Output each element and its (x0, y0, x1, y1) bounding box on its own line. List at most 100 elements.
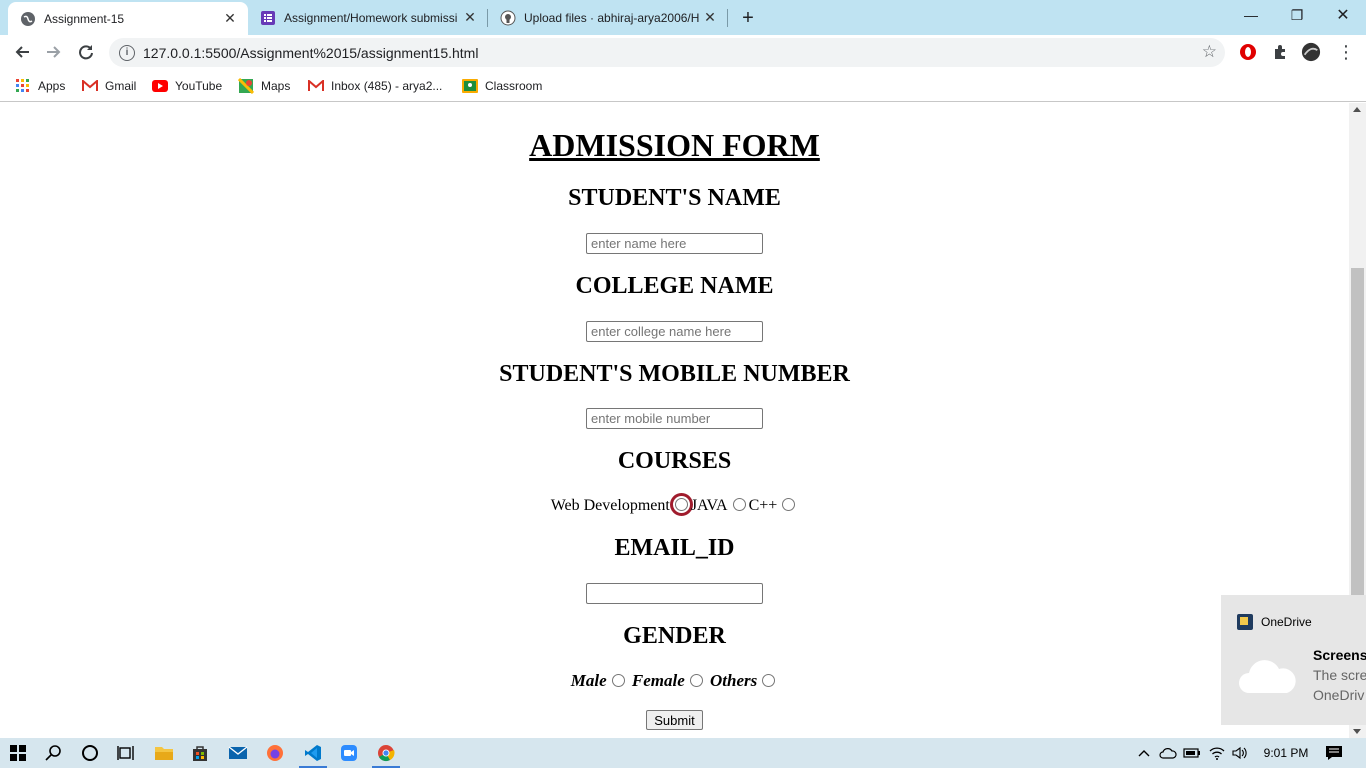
bookmark-inbox[interactable]: Inbox (485) - arya2... (308, 76, 442, 96)
scroll-down-arrow-icon[interactable] (1353, 729, 1361, 734)
student-name-heading: STUDENT'S NAME (568, 185, 781, 211)
gender-label-male: Male (570, 671, 607, 690)
close-tab-icon[interactable]: ✕ (700, 8, 720, 28)
courses-radio-group: Web Development JAVA C++ (0, 493, 1349, 516)
action-center-button[interactable] (1320, 738, 1348, 768)
task-view-icon (117, 746, 134, 760)
course-radio-web-development[interactable] (669, 493, 693, 516)
volume-icon[interactable] (1229, 738, 1251, 768)
close-window-button[interactable]: ✕ (1320, 0, 1366, 30)
firefox-button[interactable] (257, 738, 293, 768)
cloud-icon (1239, 660, 1296, 693)
chrome-button[interactable] (368, 738, 404, 768)
reload-button[interactable] (72, 38, 100, 66)
scroll-up-arrow-icon[interactable] (1353, 107, 1361, 112)
bookmark-gmail[interactable]: Gmail (82, 76, 136, 96)
submit-button[interactable]: Submit (646, 710, 703, 730)
tab-strip: Assignment-15 ✕ Assignment/Homework subm… (0, 0, 1366, 35)
minimize-button[interactable]: — (1228, 0, 1274, 30)
onedrive-tray-icon[interactable] (1157, 738, 1179, 768)
notification-heading: Screens (1313, 647, 1366, 663)
bookmark-label: YouTube (175, 79, 223, 93)
gmail-icon (308, 78, 324, 94)
forms-icon (260, 10, 276, 26)
college-name-heading: COLLEGE NAME (575, 273, 774, 299)
bookmark-label: Inbox (485) - arya2... (331, 79, 443, 93)
email-heading: EMAIL_ID (614, 535, 735, 561)
onedrive-notification[interactable]: OneDrive Screens The scre OneDriv (1221, 595, 1366, 725)
search-button[interactable] (36, 738, 72, 768)
store-bag-icon (193, 746, 207, 761)
cortana-circle-icon (82, 745, 98, 761)
new-tab-button[interactable]: + (736, 6, 760, 30)
bookmark-star-icon[interactable]: ☆ (1202, 42, 1217, 62)
mail-button[interactable] (220, 738, 256, 768)
close-tab-icon[interactable]: ✕ (220, 9, 240, 29)
gender-label-female: Female (631, 671, 685, 690)
bookmark-maps[interactable]: Maps (238, 76, 290, 96)
windows-logo-icon (10, 745, 26, 761)
zoom-button[interactable] (331, 738, 367, 768)
form-title: ADMISSION FORM (529, 127, 820, 163)
bookmark-label: Maps (261, 79, 291, 93)
gender-radio-others[interactable] (762, 674, 776, 687)
course-label-web-development: Web Development (550, 497, 670, 514)
forward-arrow-icon (47, 46, 61, 58)
site-info-icon[interactable]: i (119, 44, 135, 61)
search-icon (45, 745, 61, 761)
forward-button[interactable] (40, 38, 68, 66)
tab-assignment-15[interactable]: Assignment-15 ✕ (8, 2, 248, 35)
start-button[interactable] (0, 738, 36, 768)
show-hidden-icons-chevron-icon[interactable] (1134, 738, 1154, 768)
back-button[interactable] (8, 38, 36, 66)
gender-radio-male[interactable] (611, 674, 625, 687)
restore-button[interactable]: ❐ (1274, 0, 1320, 30)
course-radio-cpp[interactable] (782, 498, 796, 511)
youtube-icon (152, 78, 168, 94)
battery-icon[interactable] (1181, 738, 1203, 768)
mobile-number-input[interactable]: enter mobile number (586, 408, 763, 429)
github-icon (500, 10, 516, 26)
file-explorer-button[interactable] (146, 738, 182, 768)
tab-title: Assignment/Homework submissi (284, 10, 458, 25)
bookmark-apps[interactable]: Apps (15, 76, 65, 96)
notification-app-name: OneDrive (1261, 615, 1312, 629)
clock-time[interactable]: 9:01 PM (1254, 738, 1318, 768)
classroom-icon (462, 78, 478, 94)
task-view-button[interactable] (108, 738, 144, 768)
mobile-number-placeholder: enter mobile number (591, 411, 711, 426)
mobile-number-heading: STUDENT'S MOBILE NUMBER (499, 361, 850, 387)
gender-radio-female[interactable] (689, 674, 703, 687)
extensions-puzzle-icon[interactable] (1270, 42, 1290, 62)
gender-label-others: Others (710, 671, 758, 690)
opera-extension-icon[interactable] (1238, 42, 1258, 62)
vscode-button[interactable] (295, 738, 331, 768)
bookmark-label: Classroom (485, 79, 543, 93)
student-name-input[interactable]: enter name here (586, 233, 763, 254)
close-tab-icon[interactable]: ✕ (460, 8, 480, 28)
address-bar[interactable]: i 127.0.0.1:5500/Assignment%2015/assignm… (109, 38, 1225, 67)
course-radio-java[interactable] (732, 498, 746, 511)
onedrive-app-icon (1237, 614, 1253, 630)
bookmark-classroom[interactable]: Classroom (462, 76, 542, 96)
email-input[interactable] (586, 583, 763, 604)
notification-body-line1: The scre (1313, 667, 1366, 683)
wifi-icon[interactable] (1206, 738, 1228, 768)
profile-avatar[interactable] (1301, 42, 1321, 62)
chrome-icon (378, 745, 395, 762)
globe-icon (20, 11, 36, 27)
scrollbar-thumb[interactable] (1351, 268, 1364, 598)
tab-homework-submission[interactable]: Assignment/Homework submissi ✕ (248, 0, 488, 35)
page-viewport: ADMISSION FORM STUDENT'S NAME enter name… (0, 103, 1349, 738)
notification-body-line2: OneDriv (1313, 687, 1365, 703)
student-name-placeholder: enter name here (591, 236, 687, 251)
college-name-input[interactable]: enter college name here (586, 321, 763, 342)
cortana-button[interactable] (72, 738, 108, 768)
tab-upload-files[interactable]: Upload files · abhiraj-arya2006/H ✕ (488, 0, 728, 35)
store-button[interactable] (182, 738, 218, 768)
courses-heading: COURSES (617, 448, 732, 474)
zoom-icon (341, 745, 357, 761)
url-text: 127.0.0.1:5500/Assignment%2015/assignmen… (143, 44, 479, 61)
bookmark-youtube[interactable]: YouTube (152, 76, 222, 96)
menu-kebab-icon[interactable]: ⋮ (1336, 42, 1356, 62)
